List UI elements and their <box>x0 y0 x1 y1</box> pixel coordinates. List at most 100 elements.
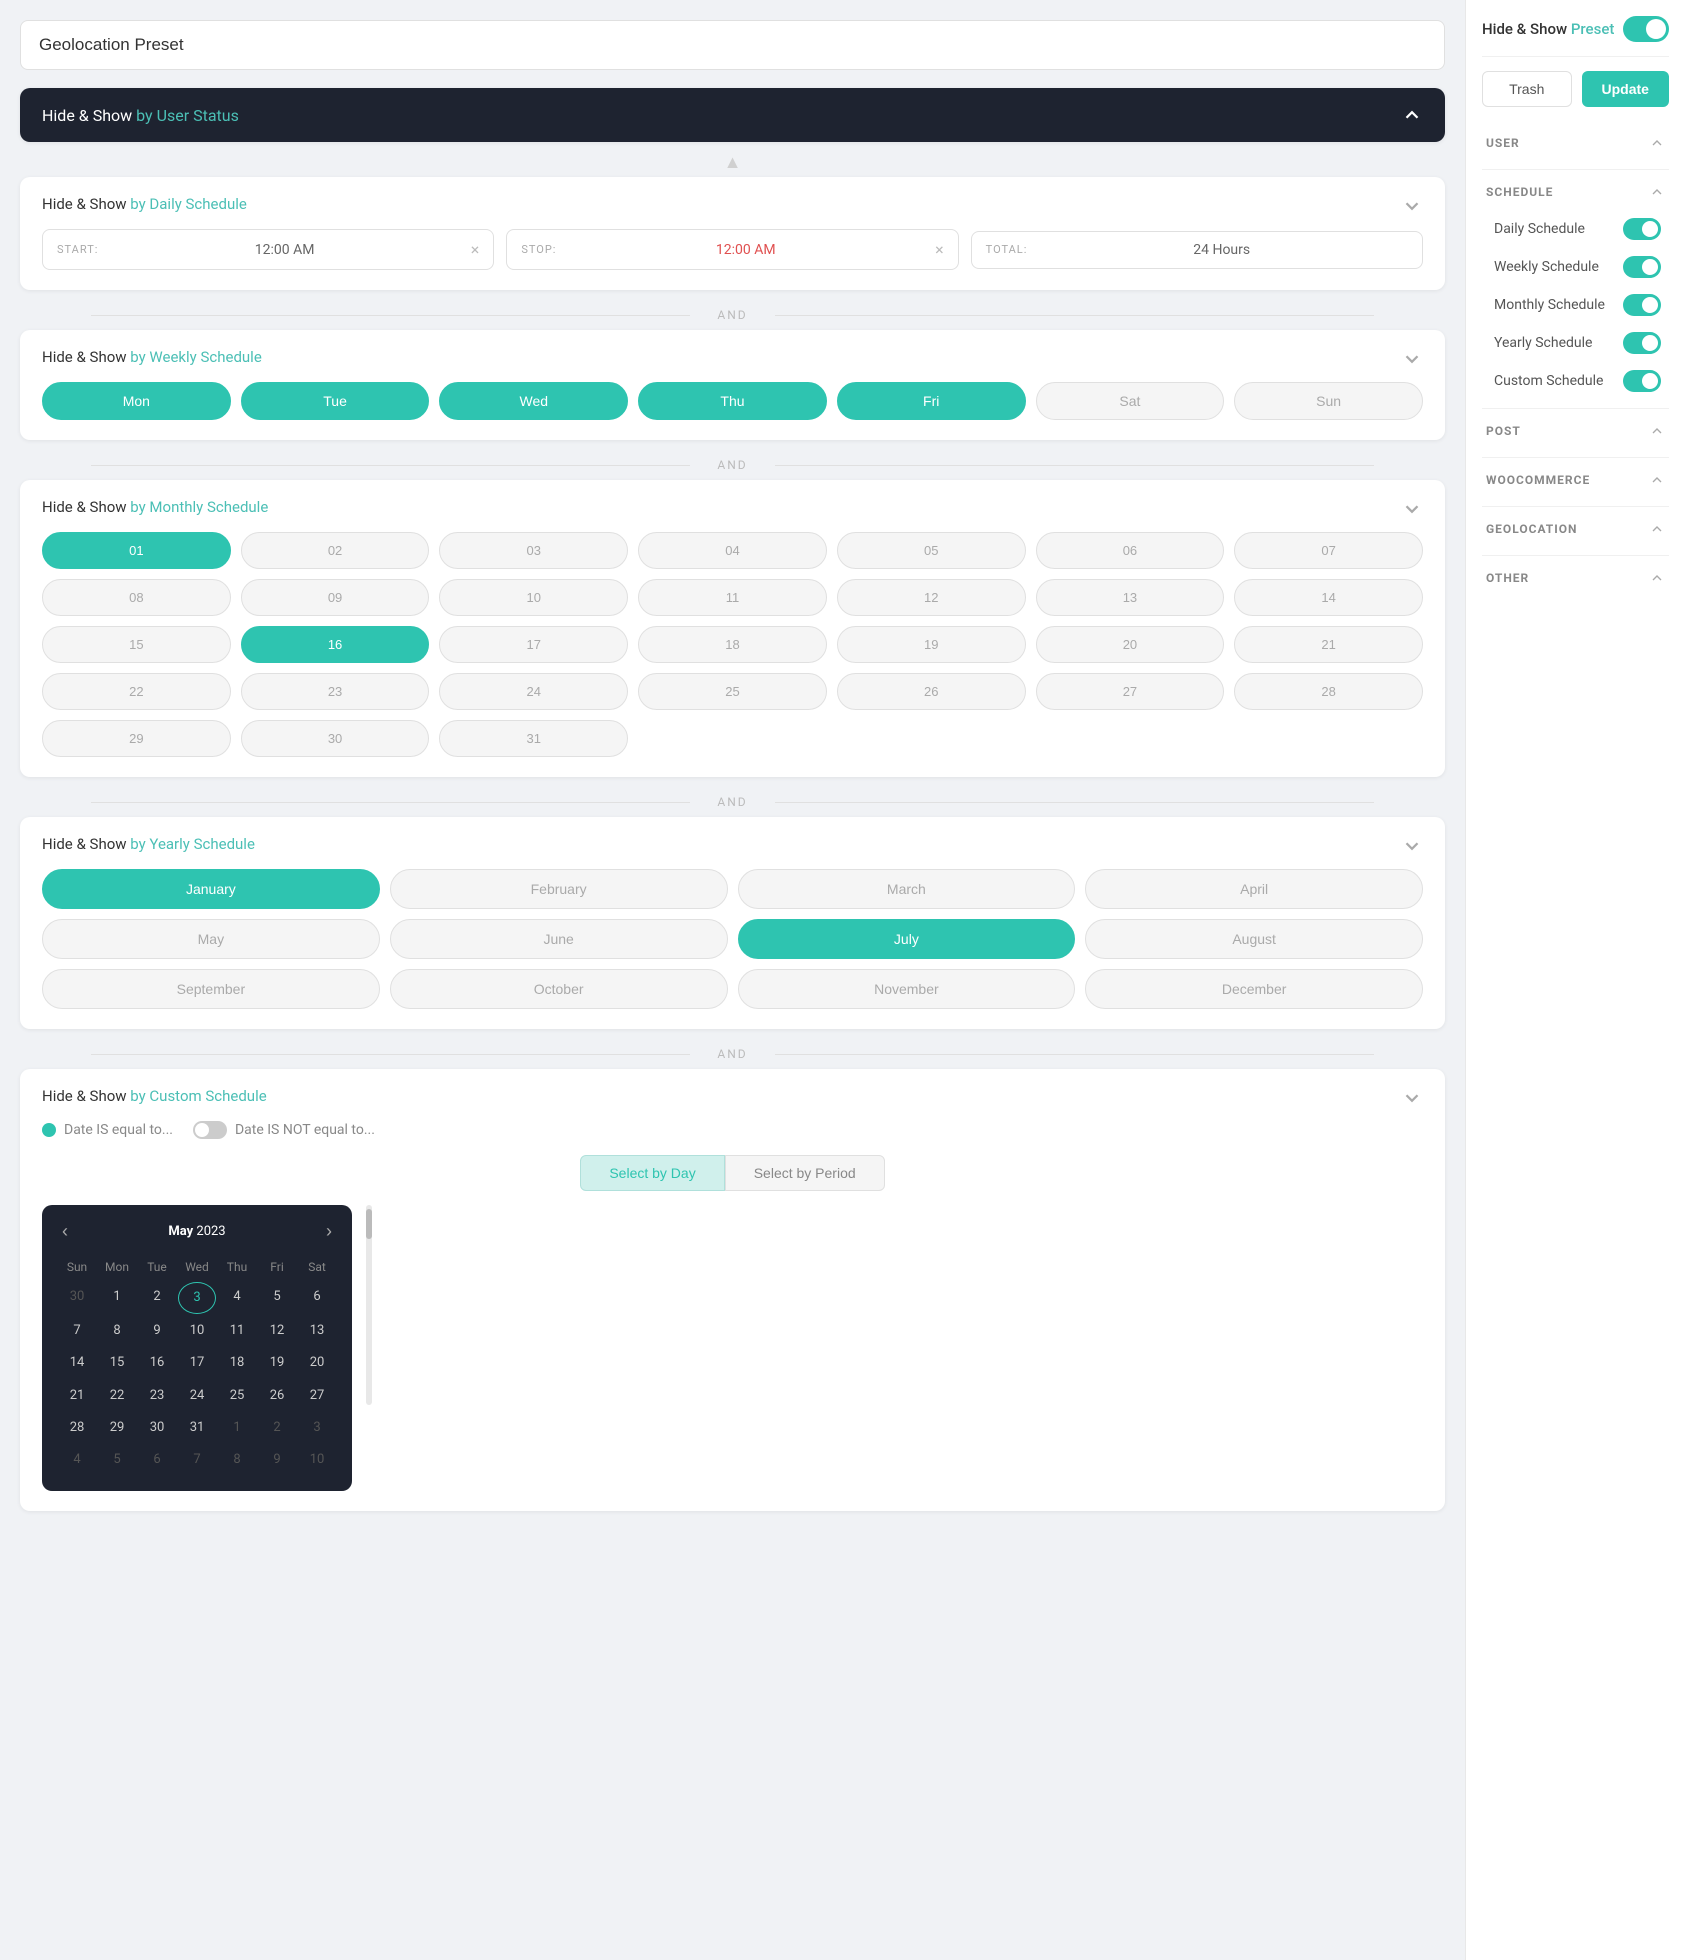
month-day-btn-23[interactable]: 23 <box>241 673 430 710</box>
daily-chevron-icon[interactable] <box>1401 195 1423 221</box>
cal-day-cell[interactable]: 1 <box>218 1413 256 1443</box>
month-btn-november[interactable]: November <box>738 969 1076 1009</box>
cal-day-cell[interactable]: 7 <box>178 1445 216 1475</box>
month-day-btn-27[interactable]: 27 <box>1036 673 1225 710</box>
cal-day-cell[interactable]: 11 <box>218 1316 256 1346</box>
month-btn-july[interactable]: July <box>738 919 1076 959</box>
day-btn-sat[interactable]: Sat <box>1036 382 1225 420</box>
month-day-btn-08[interactable]: 08 <box>42 579 231 616</box>
month-day-btn-13[interactable]: 13 <box>1036 579 1225 616</box>
month-day-btn-04[interactable]: 04 <box>638 532 827 569</box>
month-day-btn-09[interactable]: 09 <box>241 579 430 616</box>
cal-day-cell[interactable]: 13 <box>298 1316 336 1346</box>
nav-toggle-monthly_schedule[interactable] <box>1623 294 1661 316</box>
month-day-btn-19[interactable]: 19 <box>837 626 1026 663</box>
date-is-not-option[interactable]: Date IS NOT equal to... <box>193 1121 375 1139</box>
cal-day-cell[interactable]: 4 <box>218 1282 256 1314</box>
month-day-btn-26[interactable]: 26 <box>837 673 1026 710</box>
update-button[interactable]: Update <box>1582 71 1670 107</box>
geolocation-section-header[interactable]: GEOLOCATION <box>1482 511 1669 547</box>
other-section-header[interactable]: OTHER <box>1482 560 1669 596</box>
cal-day-cell[interactable]: 20 <box>298 1348 336 1378</box>
day-btn-sun[interactable]: Sun <box>1234 382 1423 420</box>
cal-day-cell[interactable]: 29 <box>98 1413 136 1443</box>
cal-day-cell[interactable]: 19 <box>258 1348 296 1378</box>
cal-day-cell[interactable]: 30 <box>138 1413 176 1443</box>
user-section-header[interactable]: USER <box>1482 125 1669 161</box>
month-btn-june[interactable]: June <box>390 919 728 959</box>
day-btn-thu[interactable]: Thu <box>638 382 827 420</box>
select-by-period-tab[interactable]: Select by Period <box>725 1155 885 1191</box>
cal-day-cell[interactable]: 28 <box>58 1413 96 1443</box>
month-day-btn-25[interactable]: 25 <box>638 673 827 710</box>
cal-day-cell[interactable]: 10 <box>178 1316 216 1346</box>
scroll-track[interactable] <box>366 1205 372 1405</box>
month-day-btn-02[interactable]: 02 <box>241 532 430 569</box>
nav-toggle-custom_schedule[interactable] <box>1623 370 1661 392</box>
month-day-btn-17[interactable]: 17 <box>439 626 628 663</box>
day-btn-tue[interactable]: Tue <box>241 382 430 420</box>
cal-day-cell[interactable]: 25 <box>218 1381 256 1411</box>
date-is-equal-option[interactable]: Date IS equal to... <box>42 1122 173 1138</box>
month-day-btn-06[interactable]: 06 <box>1036 532 1225 569</box>
cal-day-cell[interactable]: 17 <box>178 1348 216 1378</box>
start-time-field[interactable]: START: 12:00 AM × <box>42 229 494 270</box>
month-btn-may[interactable]: May <box>42 919 380 959</box>
cal-day-cell[interactable]: 3 <box>298 1413 336 1443</box>
day-btn-fri[interactable]: Fri <box>837 382 1026 420</box>
month-day-btn-07[interactable]: 07 <box>1234 532 1423 569</box>
cal-day-cell[interactable]: 3 <box>178 1282 216 1314</box>
cal-day-cell[interactable]: 23 <box>138 1381 176 1411</box>
cal-day-cell[interactable]: 26 <box>258 1381 296 1411</box>
preset-toggle[interactable] <box>1623 16 1669 42</box>
cal-day-cell[interactable]: 16 <box>138 1348 176 1378</box>
month-day-btn-14[interactable]: 14 <box>1234 579 1423 616</box>
select-by-day-tab[interactable]: Select by Day <box>580 1155 724 1191</box>
month-day-btn-20[interactable]: 20 <box>1036 626 1225 663</box>
nav-toggle-daily_schedule[interactable] <box>1623 218 1661 240</box>
month-btn-april[interactable]: April <box>1085 869 1423 909</box>
cal-day-cell[interactable]: 21 <box>58 1381 96 1411</box>
day-btn-wed[interactable]: Wed <box>439 382 628 420</box>
trash-button[interactable]: Trash <box>1482 71 1572 107</box>
month-day-btn-05[interactable]: 05 <box>837 532 1026 569</box>
month-day-btn-03[interactable]: 03 <box>439 532 628 569</box>
cal-day-cell[interactable]: 10 <box>298 1445 336 1475</box>
cal-prev-btn[interactable]: ‹ <box>58 1221 72 1242</box>
schedule-section-header[interactable]: SCHEDULE <box>1482 174 1669 210</box>
month-day-btn-18[interactable]: 18 <box>638 626 827 663</box>
cal-day-cell[interactable]: 14 <box>58 1348 96 1378</box>
cal-day-cell[interactable]: 30 <box>58 1282 96 1314</box>
custom-chevron-icon[interactable] <box>1401 1087 1423 1113</box>
cal-day-cell[interactable]: 2 <box>258 1413 296 1443</box>
day-btn-mon[interactable]: Mon <box>42 382 231 420</box>
woocommerce-section-header[interactable]: WOOCOMMERCE <box>1482 462 1669 498</box>
cal-day-cell[interactable]: 8 <box>98 1316 136 1346</box>
cal-day-cell[interactable]: 27 <box>298 1381 336 1411</box>
month-btn-march[interactable]: March <box>738 869 1076 909</box>
month-day-btn-16[interactable]: 16 <box>241 626 430 663</box>
month-btn-december[interactable]: December <box>1085 969 1423 1009</box>
cal-day-cell[interactable]: 2 <box>138 1282 176 1314</box>
page-title-input[interactable] <box>20 20 1445 70</box>
cal-day-cell[interactable]: 8 <box>218 1445 256 1475</box>
cal-next-btn[interactable]: › <box>322 1221 336 1242</box>
cal-day-cell[interactable]: 6 <box>298 1282 336 1314</box>
month-day-btn-30[interactable]: 30 <box>241 720 430 757</box>
cal-day-cell[interactable]: 4 <box>58 1445 96 1475</box>
nav-toggle-weekly_schedule[interactable] <box>1623 256 1661 278</box>
monthly-chevron-icon[interactable] <box>1401 498 1423 524</box>
nav-toggle-yearly_schedule[interactable] <box>1623 332 1661 354</box>
cal-day-cell[interactable]: 31 <box>178 1413 216 1443</box>
stop-clear-btn[interactable]: × <box>935 240 944 259</box>
month-day-btn-29[interactable]: 29 <box>42 720 231 757</box>
month-day-btn-24[interactable]: 24 <box>439 673 628 710</box>
stop-time-field[interactable]: STOP: 12:00 AM × <box>506 229 958 270</box>
cal-day-cell[interactable]: 9 <box>138 1316 176 1346</box>
month-day-btn-21[interactable]: 21 <box>1234 626 1423 663</box>
month-btn-october[interactable]: October <box>390 969 728 1009</box>
nav-item-custom-schedule[interactable]: Custom Schedule <box>1482 362 1669 400</box>
cal-day-cell[interactable]: 1 <box>98 1282 136 1314</box>
month-btn-january[interactable]: January <box>42 869 380 909</box>
cal-day-cell[interactable]: 12 <box>258 1316 296 1346</box>
